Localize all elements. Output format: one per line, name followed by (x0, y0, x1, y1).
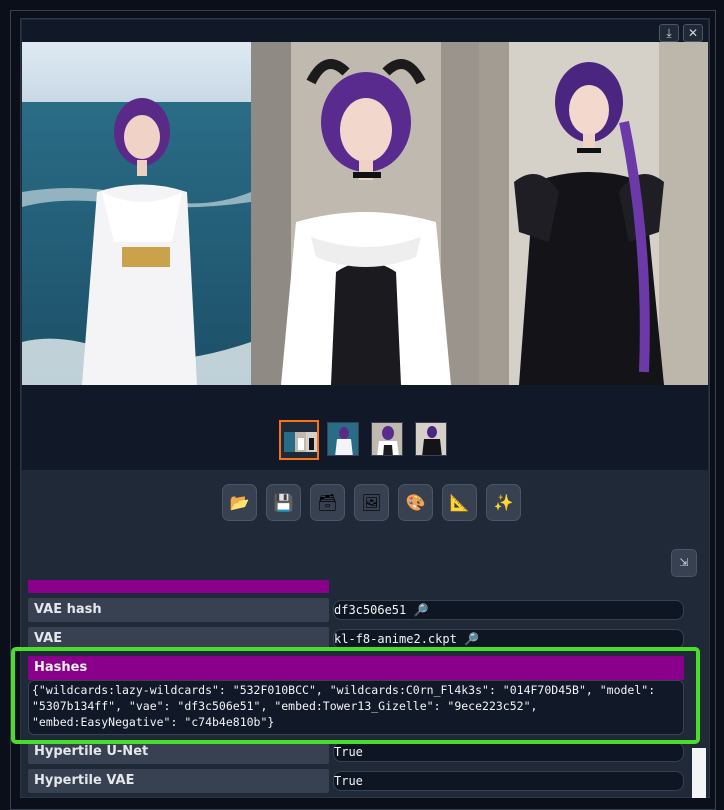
previous-row-edge (28, 580, 329, 593)
archive-icon: 🗃 (317, 493, 338, 512)
image-gallery: ⤓ ✕ (22, 20, 709, 470)
image-panel-beach (22, 42, 251, 385)
info-value[interactable]: True (333, 742, 684, 762)
thumbnail-horns[interactable] (371, 422, 403, 456)
main-image[interactable] (22, 42, 709, 385)
picture-icon: 🖼 (361, 493, 382, 512)
send-to-extras-button[interactable]: 📐 (442, 484, 477, 521)
zip-button[interactable]: 🗃 (310, 484, 345, 521)
thumbnail-beach[interactable] (327, 422, 359, 456)
collapse-icon: ⇲ (679, 556, 689, 569)
open-folder-button[interactable]: 📂 (222, 484, 257, 521)
palette-icon: 🎨 (405, 493, 426, 512)
expand-toggle-button[interactable]: ⇲ (671, 549, 697, 577)
info-key: VAE hash (28, 598, 329, 622)
close-icon: ✕ (687, 26, 699, 40)
download-button[interactable]: ⤓ (659, 24, 679, 42)
thumbnail-grid[interactable] (279, 420, 319, 460)
info-row: Hypertile VAE True (28, 769, 692, 793)
send-to-img2img-button[interactable]: 🖼 (354, 484, 389, 521)
download-icon: ⤓ (666, 26, 672, 40)
scrollbar[interactable] (692, 748, 706, 798)
save-button[interactable]: 💾 (266, 484, 301, 521)
highlight-box (11, 647, 700, 744)
thumbnail-gothic[interactable] (415, 422, 447, 456)
action-toolbar: 📂 💾 🗃 🖼 🎨 📐 ✨ (222, 484, 521, 521)
thumbnail-strip (22, 420, 708, 462)
triangle-ruler-icon: 📐 (449, 493, 470, 512)
floppy-disk-icon: 💾 (273, 493, 294, 512)
info-key: Hypertile VAE (28, 769, 329, 793)
info-value[interactable]: df3c506e51 🔎 (333, 600, 684, 620)
image-panel-horns (250, 42, 480, 385)
info-row: VAE hash df3c506e51 🔎 (28, 598, 692, 622)
info-value[interactable]: kl-f8-anime2.ckpt 🔎 (333, 629, 684, 649)
sparkles-icon: ✨ (493, 493, 514, 512)
send-to-inpaint-button[interactable]: 🎨 (398, 484, 433, 521)
info-value[interactable]: True (333, 771, 684, 791)
image-panel-gothic (479, 42, 709, 385)
folder-icon: 📂 (229, 493, 250, 512)
send-to-magic-button[interactable]: ✨ (486, 484, 521, 521)
close-button[interactable]: ✕ (683, 24, 703, 42)
